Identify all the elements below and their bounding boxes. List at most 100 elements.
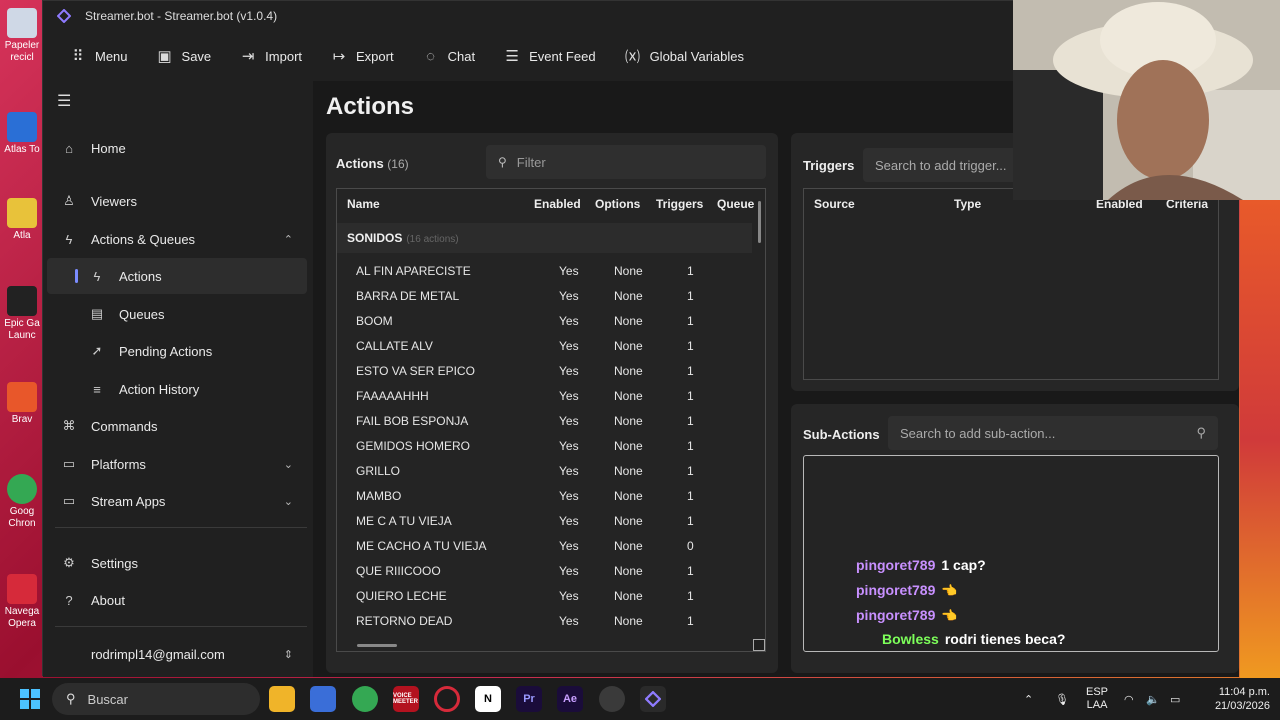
wifi-icon[interactable]: ◠ xyxy=(1124,678,1134,720)
table-row[interactable]: BOOM Yes None 1 xyxy=(337,308,752,333)
sidebar-item-home[interactable]: ⌂ Home xyxy=(47,130,307,166)
microphone-icon[interactable]: 🎙 xyxy=(1055,678,1069,720)
column-header-enabled[interactable]: Enabled xyxy=(534,197,581,211)
sidebar-item-commands[interactable]: ⌘ Commands xyxy=(47,408,307,444)
column-header-type[interactable]: Type xyxy=(954,197,981,211)
table-row[interactable]: BARRA DE METAL Yes None 1 xyxy=(337,283,752,308)
chrome-icon[interactable] xyxy=(352,686,378,712)
cell-options: None xyxy=(614,439,643,453)
table-row[interactable]: QUE RIIICOOO Yes None 1 xyxy=(337,558,752,583)
chat-text: 1 cap? xyxy=(941,557,986,573)
premiere-icon[interactable]: Pr xyxy=(516,686,542,712)
chat-label: Chat xyxy=(447,48,476,64)
export-button[interactable]: ↦ Export xyxy=(316,38,408,74)
cell-name: FAAAAAHHH xyxy=(356,389,429,403)
opera-icon[interactable] xyxy=(434,686,460,712)
filter-input[interactable]: ⚲ Filter xyxy=(486,145,766,179)
table-row[interactable]: ME C A TU VIEJA Yes None 1 xyxy=(337,508,752,533)
tray-chevron-icon[interactable]: ⌃ xyxy=(1024,678,1033,720)
sidebar-item-viewers[interactable]: ♙ Viewers xyxy=(47,183,307,219)
file-explorer-icon[interactable] xyxy=(269,686,295,712)
after-effects-icon[interactable]: Ae xyxy=(557,686,583,712)
event-feed-button[interactable]: ☰ Event Feed xyxy=(489,38,610,74)
subaction-search-input[interactable]: Search to add sub-action... ⚲ xyxy=(888,416,1218,450)
save-button[interactable]: ▣ Save xyxy=(142,38,226,74)
actions-title-text: Actions xyxy=(336,156,384,171)
desktop-wallpaper-edge xyxy=(1240,200,1280,680)
vertical-scrollbar[interactable] xyxy=(758,201,761,243)
store-icon[interactable] xyxy=(310,686,336,712)
desktop-icon-chrome[interactable]: Goog Chron xyxy=(2,474,42,530)
table-row[interactable]: CALLATE ALV Yes None 1 xyxy=(337,333,752,358)
table-row[interactable]: ESTO VA SER EPICO Yes None 1 xyxy=(337,358,752,383)
desktop-icon-brave[interactable]: Brav xyxy=(2,382,42,426)
horizontal-scrollbar[interactable] xyxy=(357,644,397,647)
desktop-icon-epic[interactable]: Epic Ga Launc xyxy=(2,286,42,342)
streamerbot-taskbar-icon[interactable] xyxy=(640,686,666,712)
save-label: Save xyxy=(181,48,212,64)
recycle-bin-icon xyxy=(7,8,37,38)
table-row[interactable]: ME CACHO A TU VIEJA Yes None 0 xyxy=(337,533,752,558)
desktop-icon-recycle[interactable]: Papeler recicl xyxy=(2,8,42,64)
global-variables-button[interactable]: ⒳ Global Variables xyxy=(610,38,758,74)
import-button[interactable]: ⇥ Import xyxy=(225,38,316,74)
desktop-icon-atla[interactable]: Atla xyxy=(2,198,42,242)
account-switcher[interactable]: rodrimpl14@gmail.com ⇕ xyxy=(47,636,307,672)
column-header-source[interactable]: Source xyxy=(814,197,855,211)
column-header-triggers[interactable]: Triggers xyxy=(656,197,703,211)
table-row[interactable]: RETORNO DEAD Yes None 1 xyxy=(337,608,752,633)
cell-options: None xyxy=(614,289,643,303)
sidebar-item-label: Pending Actions xyxy=(119,343,213,359)
column-header-name[interactable]: Name xyxy=(347,197,380,211)
cell-options: None xyxy=(614,389,643,403)
column-header-queue[interactable]: Queue xyxy=(717,197,754,211)
desktop-icon-atlas-to[interactable]: Atlas To xyxy=(2,112,42,156)
actions-table-header: Name Enabled Options Triggers Queue xyxy=(337,189,765,219)
clock-time: 11:04 p.m. xyxy=(1218,686,1270,698)
cell-enabled: Yes xyxy=(559,389,579,403)
subactions-title: Sub-Actions xyxy=(803,427,880,442)
group-row-sonidos[interactable]: SONIDOS (16 actions) xyxy=(337,223,752,253)
sidebar-item-actions[interactable]: ϟ Actions xyxy=(47,258,307,294)
chat-button[interactable]: ◌ Chat xyxy=(408,38,489,74)
cell-enabled: Yes xyxy=(559,514,579,528)
obs-icon[interactable] xyxy=(599,686,625,712)
brave-icon xyxy=(7,382,37,412)
sidebar-item-queues[interactable]: ▤ Queues xyxy=(47,296,307,332)
hamburger-icon[interactable]: ☰ xyxy=(57,91,71,111)
sidebar-item-pending-actions[interactable]: ➚ Pending Actions xyxy=(47,333,307,369)
battery-icon[interactable]: ▭ xyxy=(1170,678,1180,720)
taskbar-search[interactable]: ⚲ Buscar xyxy=(52,683,260,715)
clock[interactable]: 11:04 p.m. 21/03/2026 xyxy=(1202,678,1270,720)
table-row[interactable]: MAMBO Yes None 1 xyxy=(337,483,752,508)
windows-start-icon[interactable] xyxy=(20,689,40,709)
voicemeeter-icon[interactable]: VOICE MEETER xyxy=(393,686,419,712)
table-row[interactable]: GEMIDOS HOMERO Yes None 1 xyxy=(337,433,752,458)
question-icon: ? xyxy=(65,592,73,608)
notion-icon[interactable]: N xyxy=(475,686,501,712)
table-row[interactable]: QUIERO LECHE Yes None 1 xyxy=(337,583,752,608)
sidebar-item-actions-queues[interactable]: ϟ Actions & Queues ⌃ xyxy=(47,221,307,257)
sidebar: ☰ ⌂ Home ♙ Viewers ϟ Actions & Queues ⌃ ϟ Act… xyxy=(43,81,313,677)
language-indicator[interactable]: ESP LAA xyxy=(1086,678,1108,720)
sidebar-item-settings[interactable]: ⚙ Settings xyxy=(47,545,307,581)
sidebar-item-action-history[interactable]: ≡ Action History xyxy=(47,371,307,407)
column-header-options[interactable]: Options xyxy=(595,197,640,211)
sidebar-item-stream-apps[interactable]: ▭ Stream Apps ⌄ xyxy=(47,483,307,519)
chat-text: 👈 xyxy=(941,583,958,598)
table-row[interactable]: GRILLO Yes None 1 xyxy=(337,458,752,483)
sidebar-item-platforms[interactable]: ▭ Platforms ⌄ xyxy=(47,446,307,482)
cell-triggers: 1 xyxy=(687,439,694,453)
volume-icon[interactable]: 🔈 xyxy=(1146,678,1160,720)
cell-triggers: 1 xyxy=(687,264,694,278)
desktop-icon-opera[interactable]: Navega Opera xyxy=(2,574,42,630)
table-row[interactable]: AL FIN APARECISTE Yes None 1 xyxy=(337,258,752,283)
window-title: Streamer.bot - Streamer.bot (v1.0.4) xyxy=(85,9,278,23)
table-row[interactable]: FAIL BOB ESPONJA Yes None 1 xyxy=(337,408,752,433)
sidebar-item-about[interactable]: ? About xyxy=(47,582,307,618)
menu-button[interactable]: ⠿ Menu xyxy=(55,38,142,74)
global-variables-label: Global Variables xyxy=(649,48,744,64)
table-row[interactable]: FAAAAAHHH Yes None 1 xyxy=(337,383,752,408)
desktop-icon-label: Brav xyxy=(11,414,33,425)
variables-icon: ⒳ xyxy=(625,48,641,66)
